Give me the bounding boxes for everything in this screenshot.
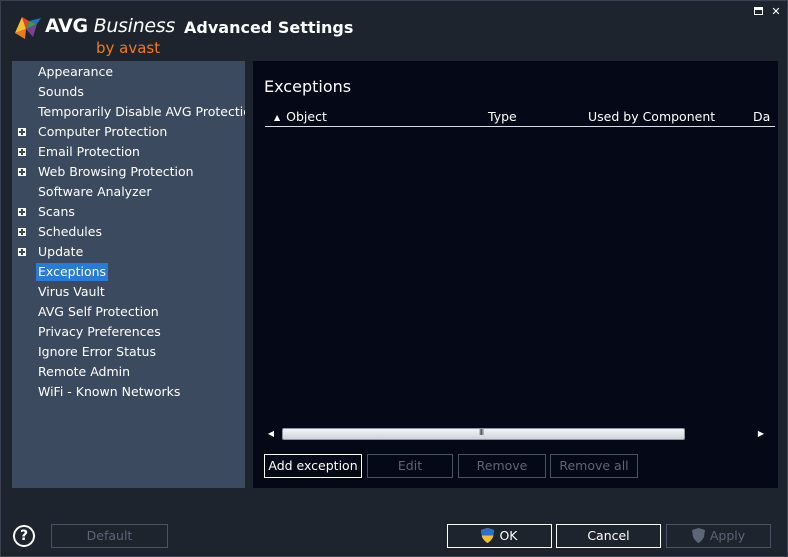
remove-button[interactable]: Remove [458, 454, 546, 478]
close-button[interactable]: ✕ [769, 6, 783, 18]
sidebar-item-schedules[interactable]: Schedules [12, 223, 245, 241]
sidebar-item-update[interactable]: Update [12, 243, 245, 261]
cancel-button[interactable]: Cancel [556, 524, 661, 548]
brand-name: AVG Business [45, 15, 175, 37]
help-icon[interactable]: ? [13, 525, 35, 547]
scroll-grip: III [479, 428, 484, 437]
default-button[interactable]: Default [51, 524, 168, 548]
uac-shield-icon [481, 528, 495, 543]
close-icon: ✕ [771, 5, 781, 18]
sidebar-item-ignore-error-status[interactable]: Ignore Error Status [12, 343, 245, 361]
brand-tagline: by avast [96, 39, 161, 57]
column-header-type[interactable]: Type [488, 109, 517, 124]
column-header-used-by-component[interactable]: Used by Component [588, 109, 715, 124]
sort-ascending-icon: ▲ [274, 113, 281, 122]
edit-button[interactable]: Edit [367, 454, 453, 478]
expand-plus-icon[interactable] [18, 168, 26, 176]
remove-all-button[interactable]: Remove all [550, 454, 638, 478]
window-title: Advanced Settings [184, 18, 354, 37]
sidebar-item-software-analyzer[interactable]: Software Analyzer [12, 183, 245, 201]
exceptions-panel: Exceptions ▲ Object Type Used by Componen… [253, 61, 778, 488]
sidebar-item-label: Privacy Preferences [38, 324, 161, 339]
sidebar-item-privacy-preferences[interactable]: Privacy Preferences [12, 323, 245, 341]
table-header: ▲ Object Type Used by Component Da [265, 107, 775, 127]
sidebar-item-email-protection[interactable]: Email Protection [12, 143, 245, 161]
sidebar-item-label: Scans [38, 204, 75, 219]
sidebar-item-label: Appearance [38, 64, 114, 79]
sidebar-item-avg-self-protection[interactable]: AVG Self Protection [12, 303, 245, 321]
sidebar-item-label: WiFi - Known Networks [38, 384, 181, 399]
maximize-icon [753, 7, 763, 15]
sidebar-item-label: Software Analyzer [38, 184, 152, 199]
add-exception-button[interactable]: Add exception [264, 454, 362, 478]
sidebar-item-label: Update [38, 244, 84, 259]
scroll-right-icon[interactable]: ▶ [755, 428, 767, 440]
sidebar-item-label: AVG Self Protection [38, 304, 159, 319]
expand-plus-icon[interactable] [18, 148, 26, 156]
title-bar: AVG Business by avast Advanced Settings … [1, 1, 788, 59]
sidebar-item-virus-vault[interactable]: Virus Vault [12, 283, 245, 301]
column-header-object[interactable]: ▲ Object [274, 109, 327, 124]
uac-shield-icon [691, 528, 705, 543]
scroll-thumb[interactable]: III [282, 428, 685, 440]
sidebar-item-label: Ignore Error Status [38, 344, 156, 359]
maximize-button[interactable] [751, 6, 765, 18]
apply-button[interactable]: Apply [666, 524, 771, 548]
sidebar-item-label: Temporarily Disable AVG Protection [38, 104, 245, 119]
sidebar-item-sounds[interactable]: Sounds [12, 83, 245, 101]
sidebar-item-computer-protection[interactable]: Computer Protection [12, 123, 245, 141]
panel-title: Exceptions [264, 77, 352, 96]
sidebar-item-appearance[interactable]: Appearance [12, 63, 245, 81]
sidebar-item-label: Virus Vault [38, 284, 105, 299]
expand-plus-icon[interactable] [18, 228, 26, 236]
sidebar-item-remote-admin[interactable]: Remote Admin [12, 363, 245, 381]
advanced-settings-window: AVG Business by avast Advanced Settings … [0, 0, 788, 557]
expand-plus-icon[interactable] [18, 248, 26, 256]
expand-plus-icon[interactable] [18, 128, 26, 136]
sidebar-item-label: Exceptions [36, 263, 109, 281]
sidebar-item-label: Web Browsing Protection [38, 164, 194, 179]
sidebar-item-label: Sounds [38, 84, 84, 99]
sidebar-item-exceptions[interactable]: Exceptions [12, 263, 245, 281]
ok-button[interactable]: OK [447, 524, 552, 548]
scroll-left-icon[interactable]: ◀ [265, 428, 277, 440]
sidebar-item-temporarily-disable-avg-protection[interactable]: Temporarily Disable AVG Protection [12, 103, 245, 121]
settings-tree: Appearance Sounds Temporarily Disable AVG … [12, 61, 245, 488]
avg-logo-icon [15, 17, 41, 39]
horizontal-scrollbar[interactable]: ◀ III ▶ [265, 426, 767, 442]
sidebar-item-label: Schedules [38, 224, 102, 239]
expand-plus-icon[interactable] [18, 208, 26, 216]
sidebar-item-label: Remote Admin [38, 364, 131, 379]
column-header-date[interactable]: Da [753, 109, 770, 124]
sidebar-item-label: Email Protection [38, 144, 140, 159]
sidebar-item-web-browsing-protection[interactable]: Web Browsing Protection [12, 163, 245, 181]
sidebar-item-wifi-known-networks[interactable]: WiFi - Known Networks [12, 383, 245, 401]
sidebar-item-label: Computer Protection [38, 124, 168, 139]
sidebar-item-scans[interactable]: Scans [12, 203, 245, 221]
